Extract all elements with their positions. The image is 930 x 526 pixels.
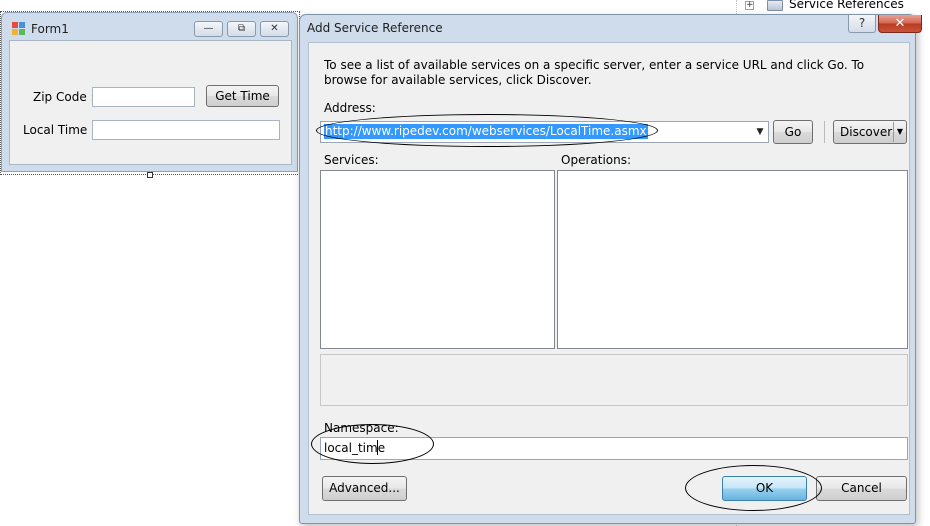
minimize-icon[interactable]: — (194, 21, 223, 37)
discover-dropdown-icon[interactable]: ▼ (895, 125, 905, 139)
service-references-icon (767, 0, 783, 11)
services-tree[interactable] (320, 170, 555, 349)
zip-code-input[interactable] (92, 87, 195, 107)
tree-item-service-references[interactable]: Service References (789, 0, 904, 11)
split-button-divider (893, 122, 894, 142)
dialog-title: Add Service Reference (307, 21, 443, 35)
annotation-ellipse-namespace (311, 424, 434, 464)
annotation-ellipse-ok (685, 465, 822, 511)
dialog-close-icon[interactable]: ✕ (878, 15, 922, 33)
address-dropdown-icon[interactable]: ▼ (752, 123, 768, 141)
annotation-ellipse-address (316, 114, 658, 147)
zip-code-label: Zip Code : (33, 90, 95, 104)
resize-handle[interactable] (147, 172, 153, 178)
form1-title: Form1 (31, 22, 69, 36)
operations-list[interactable] (557, 170, 908, 349)
go-button[interactable]: Go (773, 120, 813, 144)
discover-label: Discover (840, 125, 893, 139)
operations-label: Operations: (561, 153, 632, 167)
get-time-button[interactable]: Get Time (206, 85, 279, 107)
toolbar-separator (824, 121, 825, 143)
advanced-button[interactable]: Advanced... (322, 476, 407, 501)
status-message-area (320, 354, 908, 406)
local-time-input[interactable] (92, 120, 280, 140)
restore-icon[interactable]: ⧉ (227, 21, 256, 37)
cancel-button[interactable]: Cancel (816, 476, 907, 501)
address-label: Address: (324, 101, 376, 115)
local-time-label: Local Time : (23, 123, 96, 137)
services-label: Services: (324, 153, 379, 167)
help-icon[interactable]: ? (848, 15, 876, 33)
close-icon[interactable]: ✕ (260, 21, 289, 37)
tree-expander-icon[interactable]: + (745, 1, 754, 10)
instructions-text: To see a list of available services on a… (324, 58, 865, 87)
form-icon (12, 22, 25, 35)
